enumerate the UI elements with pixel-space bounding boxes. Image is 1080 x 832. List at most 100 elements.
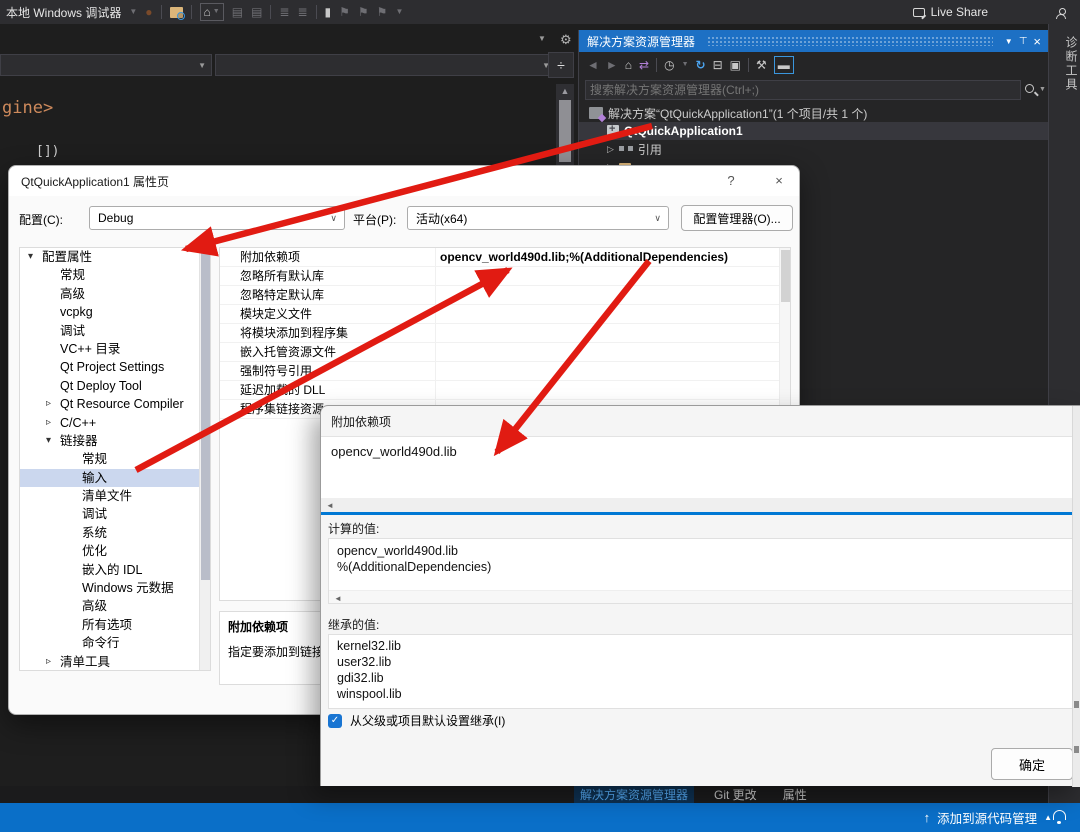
property-tree-item[interactable]: ▾链接器 — [20, 432, 210, 450]
collapsed-icon[interactable]: ▷ — [607, 144, 614, 155]
search-input[interactable] — [585, 80, 1021, 100]
bottom-tab[interactable]: Git 更改 — [708, 785, 763, 804]
uncomment-icon[interactable]: ≣ — [297, 5, 307, 19]
solution-explorer-titlebar[interactable]: 解决方案资源管理器 ▼ ⊤ × — [579, 30, 1049, 52]
property-tree-item[interactable]: 常规 — [20, 450, 210, 468]
property-value[interactable] — [436, 343, 790, 361]
diagnostic-tools-tab[interactable]: 诊断工具 — [1049, 36, 1080, 92]
property-tree-item[interactable]: Qt Deploy Tool — [20, 377, 210, 395]
chevron-down-icon[interactable]: ▼ — [1039, 86, 1046, 93]
property-grid-row[interactable]: 将模块添加到程序集 — [220, 324, 790, 343]
live-share-button[interactable]: Live Share — [913, 5, 988, 19]
project-node[interactable]: QtQuickApplication1 — [579, 122, 1049, 140]
property-tree-item[interactable]: ▹Qt Resource Compiler — [20, 395, 210, 413]
chevron-down-icon[interactable]: ▼ — [129, 5, 137, 19]
property-tree-item[interactable]: vcpkg — [20, 303, 210, 321]
property-tree-item[interactable]: Qt Project Settings — [20, 358, 210, 376]
refresh-icon[interactable]: ↻ — [696, 58, 706, 72]
collapsed-icon[interactable]: ▹ — [46, 653, 60, 671]
wrench-icon[interactable]: ⚒ — [756, 58, 767, 72]
inherit-checkbox-row[interactable]: ✓ 从父级或项目默认设置继承(I) — [328, 712, 505, 729]
scrollbar-thumb[interactable] — [559, 100, 571, 162]
property-tree-item[interactable]: ▹清单工具 — [20, 653, 210, 671]
property-tree-item[interactable]: 调试 — [20, 505, 210, 523]
chevron-down-icon[interactable]: ▼ — [682, 58, 689, 72]
property-value[interactable]: opencv_world490d.lib;%(AdditionalDepende… — [436, 248, 790, 266]
property-tree-item[interactable]: 系统 — [20, 524, 210, 542]
forward-icon[interactable]: ► — [606, 58, 618, 72]
property-value[interactable] — [436, 305, 790, 323]
home-icon[interactable]: ⌂ — [625, 58, 632, 72]
show-all-files-toggle[interactable]: ▬ — [774, 56, 794, 74]
dialog-vertical-scrollbar[interactable] — [1072, 406, 1080, 787]
property-grid-row[interactable]: 模块定义文件 — [220, 305, 790, 324]
search-icon[interactable] — [1025, 84, 1034, 93]
toolbar-overflow-icon[interactable]: ▼ — [395, 5, 403, 19]
property-value[interactable] — [436, 362, 790, 380]
configuration-select[interactable]: Debug ∨ — [89, 206, 345, 230]
property-tree-item[interactable]: ▾配置属性 — [20, 248, 210, 266]
dialog-titlebar[interactable]: QtQuickApplication1 属性页 — [9, 166, 799, 196]
back-icon[interactable]: ◄ — [587, 58, 599, 72]
collapsed-icon[interactable]: ▹ — [46, 395, 60, 413]
property-tree-item[interactable]: 常规 — [20, 266, 210, 284]
sync-with-active-document-icon[interactable]: ⇄ — [639, 58, 649, 72]
chevron-up-icon[interactable]: ▲ — [1044, 813, 1052, 822]
property-tree-item[interactable]: 输入 — [20, 469, 210, 487]
outdent-icon[interactable]: ▤ — [251, 5, 262, 19]
gear-icon[interactable]: ⚙ — [560, 32, 572, 48]
bookmark-icon[interactable]: ▮ — [325, 5, 332, 19]
property-value[interactable] — [436, 286, 790, 304]
hot-reload-icon[interactable]: ● — [145, 5, 152, 19]
bottom-tab[interactable]: 解决方案资源管理器 — [574, 785, 694, 804]
home-button[interactable]: ⌂▼ — [200, 3, 224, 21]
property-tree-item[interactable]: 嵌入的 IDL — [20, 561, 210, 579]
textarea-horizontal-scrollbar[interactable]: ◄ — [321, 498, 1080, 512]
property-tree-item[interactable]: ▹C/C++ — [20, 414, 210, 432]
close-icon[interactable]: × — [769, 173, 789, 188]
help-icon[interactable]: ? — [721, 173, 741, 188]
property-tree-item[interactable]: 命令行 — [20, 634, 210, 652]
properties-page-icon[interactable]: ▣ — [730, 58, 741, 72]
ok-button[interactable]: 确定 — [991, 748, 1073, 780]
platform-select[interactable]: 活动(x64) ∨ — [407, 206, 669, 230]
evaluated-horizontal-scrollbar[interactable]: ◄ — [329, 590, 1072, 603]
add-to-source-control-button[interactable]: 添加到源代码管理 — [937, 808, 1037, 827]
property-grid-row[interactable]: 延迟加载的 DLL — [220, 381, 790, 400]
property-tree-item[interactable]: 所有选项 — [20, 616, 210, 634]
collapsed-icon[interactable]: ▹ — [46, 414, 60, 432]
scroll-up-icon[interactable]: ▲ — [556, 86, 574, 96]
close-icon[interactable]: × — [1033, 34, 1041, 49]
bottom-tab[interactable]: 属性 — [777, 785, 813, 804]
property-tree-item[interactable]: 优化 — [20, 542, 210, 560]
next-bookmark-icon[interactable]: ⚑ — [358, 5, 369, 19]
property-tree-item[interactable]: 高级 — [20, 285, 210, 303]
tree-scrollbar[interactable] — [199, 248, 210, 670]
solution-node[interactable]: 解决方案“QtQuickApplication1”(1 个项目/共 1 个) — [579, 104, 1049, 122]
split-editor-icon[interactable]: ÷ — [548, 52, 574, 78]
scroll-left-icon[interactable]: ◄ — [334, 594, 342, 603]
inherited-values-box[interactable]: kernel32.libuser32.libgdi32.libwinspool.… — [328, 634, 1073, 709]
chevron-down-icon[interactable]: ▼ — [538, 34, 546, 43]
property-grid-row[interactable]: 嵌入托管资源文件 — [220, 343, 790, 362]
pin-icon[interactable]: ⊤ — [1019, 36, 1028, 47]
expanded-icon[interactable]: ▾ — [28, 248, 42, 266]
scroll-left-icon[interactable]: ◄ — [326, 501, 334, 510]
editor-type-dropdown[interactable]: ▼ — [0, 54, 212, 76]
property-value[interactable] — [436, 267, 790, 285]
debug-target-dropdown[interactable]: 本地 Windows 调试器 — [6, 4, 121, 21]
property-category-tree[interactable]: ▾配置属性常规高级vcpkg调试VC++ 目录Qt Project Settin… — [19, 247, 211, 671]
configuration-manager-button[interactable]: 配置管理器(O)... — [681, 205, 793, 231]
property-value[interactable] — [436, 381, 790, 399]
property-tree-item[interactable]: Windows 元数据 — [20, 579, 210, 597]
property-tree-item[interactable]: 高级 — [20, 597, 210, 615]
property-grid-row[interactable]: 忽略特定默认库 — [220, 286, 790, 305]
property-tree-item[interactable]: 调试 — [20, 322, 210, 340]
chevron-down-icon[interactable]: ▼ — [1005, 37, 1013, 46]
account-icon[interactable] — [1056, 14, 1066, 19]
notifications-bell-icon[interactable] — [1053, 810, 1066, 820]
inherit-checkbox[interactable]: ✓ — [328, 714, 342, 728]
comment-icon[interactable]: ≣ — [279, 5, 289, 19]
property-value[interactable] — [436, 324, 790, 342]
collapse-all-icon[interactable]: ⊟ — [713, 58, 723, 72]
